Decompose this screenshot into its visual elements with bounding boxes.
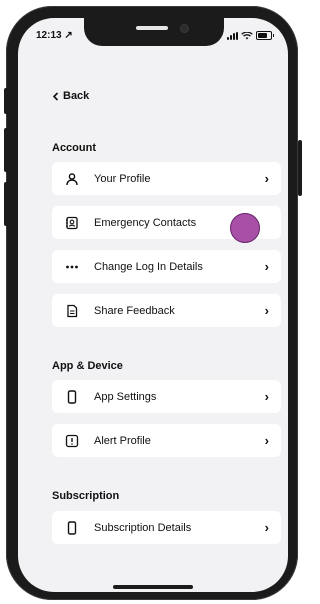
signal-icon <box>227 32 238 40</box>
home-indicator[interactable] <box>113 585 193 589</box>
menu-item-label: Alert Profile <box>94 434 151 447</box>
menu-item-change-log-in-details[interactable]: Change Log In Details › <box>52 250 281 283</box>
menu-item-label: Your Profile <box>94 172 151 185</box>
chevron-right-icon: › <box>264 171 269 186</box>
status-time: 12:13 ↗ <box>36 30 73 41</box>
back-button[interactable]: Back <box>52 90 89 102</box>
phone-icon <box>62 518 82 538</box>
chevron-right-icon: › <box>264 433 269 448</box>
menu-item-app-settings[interactable]: App Settings › <box>52 380 281 413</box>
contacts-icon <box>62 213 82 233</box>
back-label: Back <box>63 90 90 102</box>
speaker <box>136 26 168 30</box>
document-icon <box>62 301 82 321</box>
screen: 12:13 ↗ Back Account Your Profile › Emer… <box>18 18 288 592</box>
chevron-right-icon: › <box>264 259 269 274</box>
person-icon <box>62 169 82 189</box>
menu-item-label: Subscription Details <box>94 521 192 534</box>
wifi-icon <box>241 32 253 40</box>
volume-up-button <box>4 128 8 172</box>
status-icons <box>227 31 274 40</box>
section-title-subscription: Subscription <box>52 490 120 502</box>
camera <box>180 24 189 33</box>
section-title-app-device: App & Device <box>52 360 123 372</box>
status-bar: 12:13 ↗ <box>18 18 288 54</box>
menu-item-alert-profile[interactable]: Alert Profile › <box>52 424 281 457</box>
chevron-right-icon: › <box>264 389 269 404</box>
mute-switch <box>4 88 8 114</box>
power-button <box>298 140 302 196</box>
phone-icon <box>62 387 82 407</box>
section-title-account: Account <box>52 142 96 154</box>
chevron-left-icon <box>52 91 59 101</box>
dots-icon <box>62 257 82 277</box>
chevron-right-icon: › <box>264 303 269 318</box>
touch-indicator <box>230 213 260 243</box>
battery-icon <box>256 31 274 40</box>
menu-item-share-feedback[interactable]: Share Feedback › <box>52 294 281 327</box>
chevron-right-icon: › <box>264 520 269 535</box>
menu-item-your-profile[interactable]: Your Profile › <box>52 162 281 195</box>
menu-item-subscription-details[interactable]: Subscription Details › <box>52 511 281 544</box>
notch <box>84 18 224 46</box>
menu-item-label: App Settings <box>94 390 157 403</box>
menu-item-label: Change Log In Details <box>94 260 203 273</box>
alert-icon <box>62 431 82 451</box>
menu-item-label: Share Feedback <box>94 304 175 317</box>
volume-down-button <box>4 182 8 226</box>
